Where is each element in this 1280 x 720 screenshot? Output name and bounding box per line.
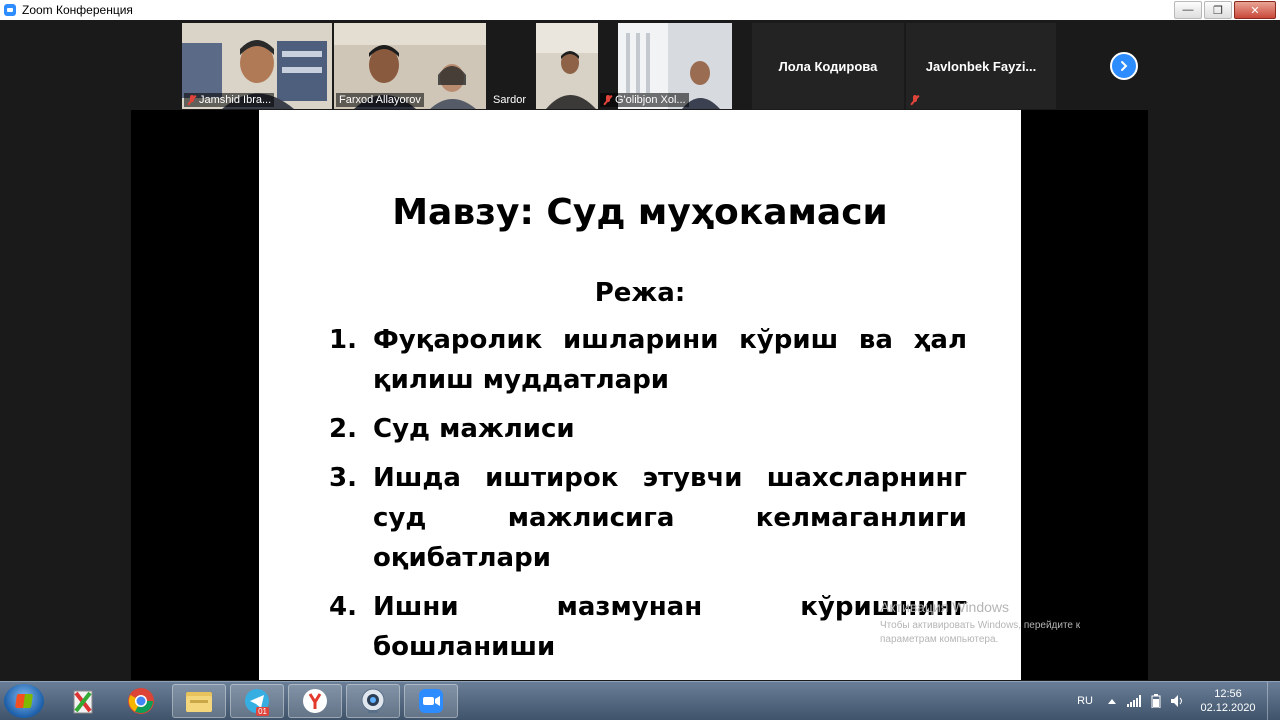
participant-name: Лола Кодирова [778,59,878,74]
clock-time: 12:56 [1214,688,1242,700]
winrar-icon[interactable] [56,684,110,718]
next-participants-button[interactable] [1110,52,1138,80]
language-indicator[interactable]: RU [1077,695,1093,707]
list-item: 3. Ишда иштирок этувчи шахсларнинг суд ма… [329,458,967,578]
window-title-bar: Zoom Конференция — ❐ ✕ [0,0,1280,21]
zoom-app-icon [4,4,16,16]
slide-subtitle: Режа: [594,278,686,308]
participant-tile[interactable]: Javlonbek Fayzi... [906,23,1056,109]
item-number: 1. [329,325,357,355]
window-title: Zoom Конференция [22,3,133,17]
list-item: 2. Суд мажлиси [329,409,967,449]
zoom-icon[interactable] [404,684,458,718]
muted-mic-icon [187,95,197,105]
participant-name: Farxod Allayorov [339,94,421,106]
taskbar: 01 RU 12:56 02.12.2020 [0,681,1280,720]
chevron-up-icon[interactable] [1107,697,1117,705]
participant-name: Javlonbek Fayzi... [925,59,1037,74]
volume-icon[interactable] [1171,695,1185,707]
participant-tile-active-speaker[interactable]: Farxod Allayorov [334,23,486,109]
watermark-text: Чтобы активировать Windows, перейдите к … [880,620,1081,645]
maximize-button[interactable]: ❐ [1204,1,1232,19]
muted-mic-icon [603,95,613,105]
slide-plan-list: 1. Фуқаролик ишларини кўриш ва ҳал қилиш … [329,320,967,676]
start-orb-icon[interactable] [4,684,44,718]
muted-mic-icon [910,95,920,105]
list-item: 1. Фуқаролик ишларини кўриш ва ҳал қилиш … [329,320,967,400]
telegram-badge: 01 [256,707,269,716]
item-text: Фуқаролик ишларини кўриш ва ҳал қилиш му… [373,325,967,395]
item-text: Ишда иштирок этувчи шахсларнинг суд мажл… [373,463,967,573]
participant-name-tag: G'olibjon Xol... [600,93,689,107]
windows-activation-watermark: Активация Windows Чтобы активировать Win… [880,599,1110,647]
shared-screen: Мавзу: Суд муҳокамаси Режа: 1. Фуқаролик … [131,110,1148,680]
network-icon[interactable] [1127,695,1141,707]
participant-tile[interactable]: Sardor [488,23,598,109]
minimize-button[interactable]: — [1174,1,1202,19]
participant-tile[interactable]: G'olibjon Xol... [600,23,750,109]
presentation-slide: Мавзу: Суд муҳокамаси Режа: 1. Фуқаролик … [259,110,1021,680]
participant-name: Sardor [493,94,527,106]
participant-strip: Jamshid Ibra... Farxod Allayorov Sardor … [182,23,1056,110]
item-number: 2. [329,414,357,444]
participant-name: G'olibjon Xol... [615,94,686,106]
yandex-browser-icon[interactable] [288,684,342,718]
window-controls: — ❐ ✕ [1174,0,1276,19]
battery-icon[interactable] [1151,694,1161,708]
participant-name: Jamshid Ibra... [199,94,272,106]
meeting-area: Jamshid Ibra... Farxod Allayorov Sardor … [0,20,1280,681]
participant-name-tag: Farxod Allayorov [336,93,424,107]
webcam-app-icon[interactable] [346,684,400,718]
chevron-right-icon [1121,61,1128,71]
item-text: Ишни мазмунан кўришнинг бошланиши [373,592,967,662]
participant-tile[interactable]: Jamshid Ibra... [182,23,332,109]
system-tray: RU 12:56 02.12.2020 [1077,682,1280,720]
item-text: Суд мажлиси [373,414,575,444]
show-desktop-button[interactable] [1267,682,1280,720]
slide-title: Мавзу: Суд муҳокамаси [392,192,888,233]
participant-tile[interactable]: Лола Кодирова [752,23,904,109]
watermark-title: Активация Windows [880,599,1010,615]
clock-date: 02.12.2020 [1200,702,1256,714]
participant-name-tag: Jamshid Ibra... [184,93,275,107]
chrome-icon[interactable] [114,684,168,718]
item-number: 4. [329,592,357,622]
participant-name-tag: Sardor [490,93,529,107]
telegram-icon[interactable]: 01 [230,684,284,718]
list-item: 4. Ишни мазмунан кўришнинг бошланиши [329,587,967,667]
clock[interactable]: 12:56 02.12.2020 [1197,687,1259,715]
file-explorer-icon[interactable] [172,684,226,718]
item-number: 3. [329,463,357,493]
close-button[interactable]: ✕ [1234,1,1276,19]
